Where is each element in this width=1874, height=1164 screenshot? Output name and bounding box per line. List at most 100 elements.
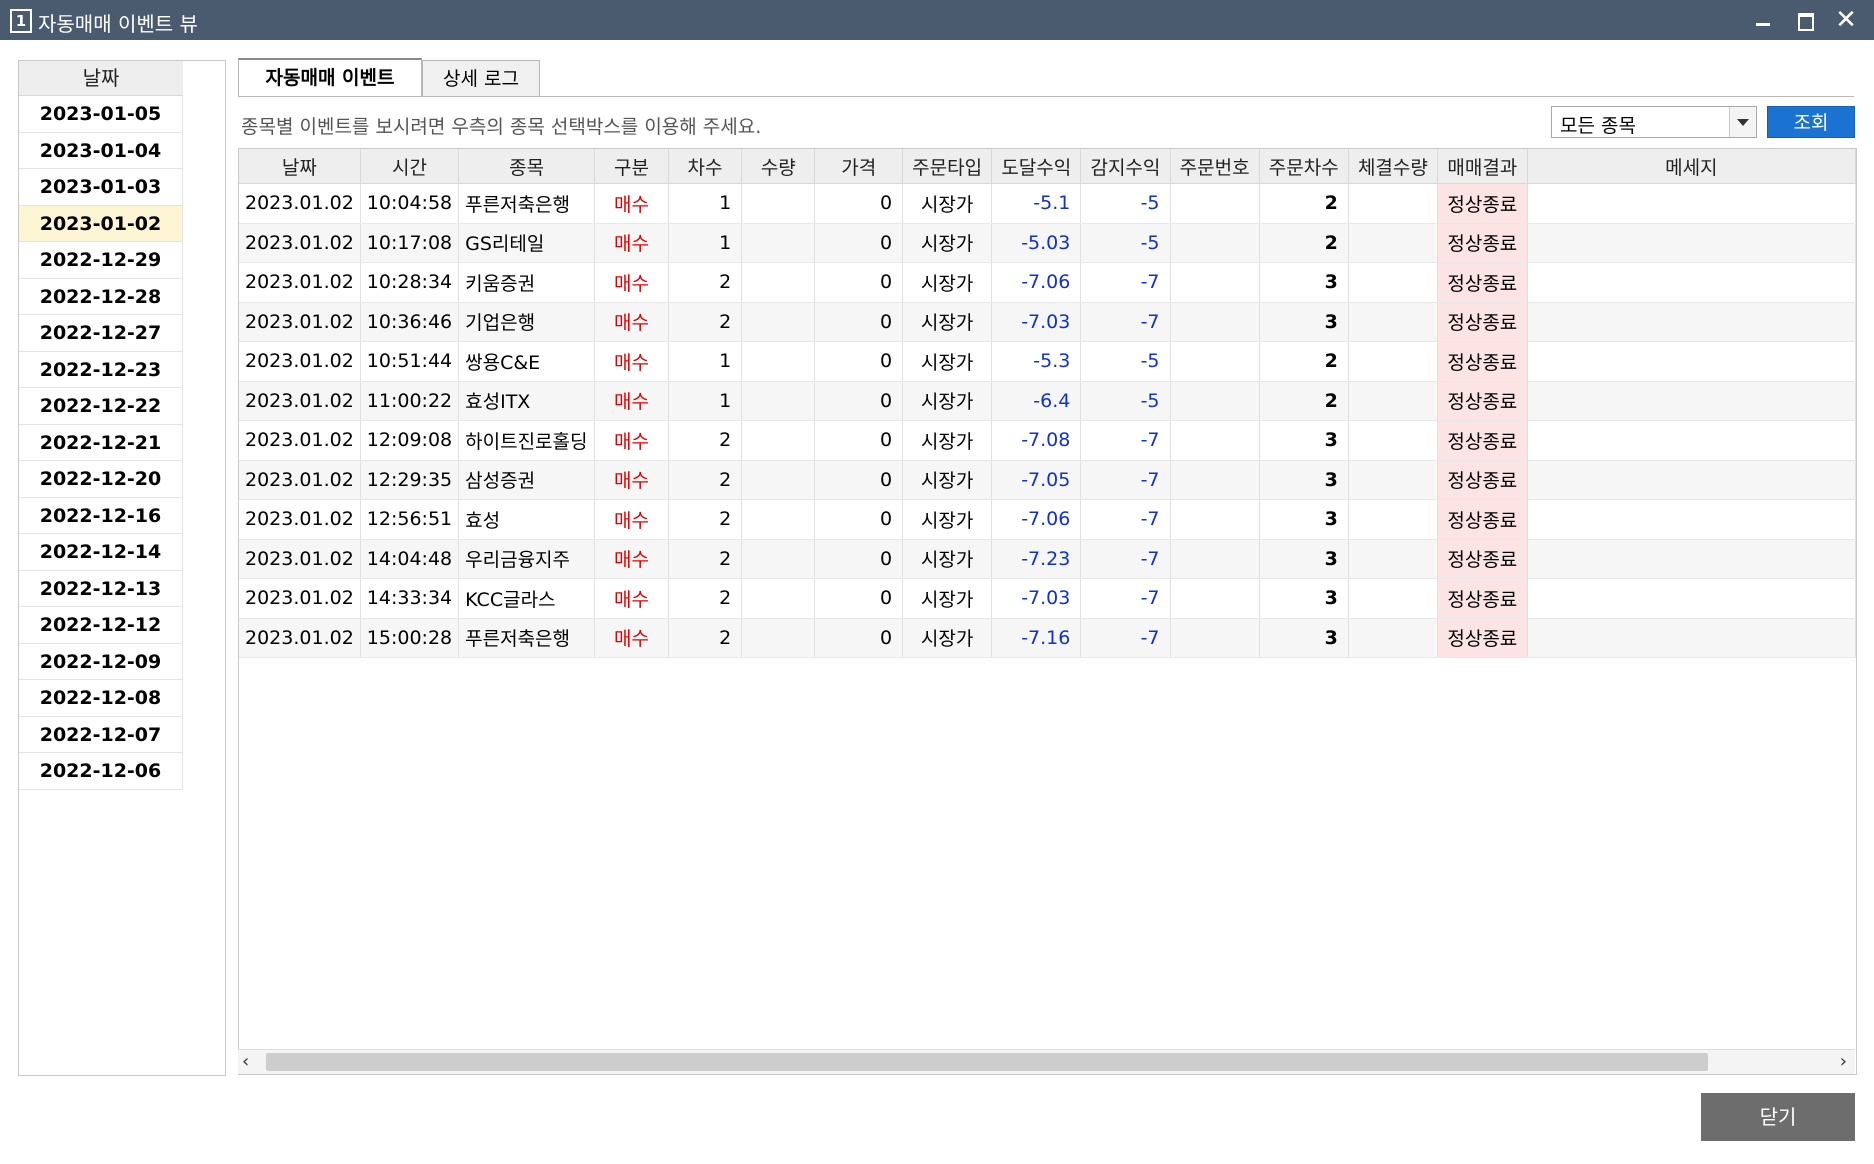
table-row[interactable]: 2023.01.02 12:56:51 효성 매수 2 0 시장가 -7.06 -7 3 정상종료 (239, 499, 1856, 540)
event-table: 날짜 시간 종목 구분 차수 수량 가격 주문타입 도달수익 감지수익 주문번호 주문차수 체결수량 매매… (239, 149, 1856, 658)
date-list-item[interactable]: 2022-12-23 (19, 351, 183, 388)
date-list-item[interactable]: 2022-12-16 (19, 497, 183, 534)
minimize-button[interactable] (1745, 4, 1781, 36)
table-cell: 3 (1259, 618, 1349, 658)
date-list-item[interactable]: 2022-12-09 (19, 643, 183, 680)
window-close-button[interactable]: ✕ (1828, 4, 1864, 36)
table-cell: 2023.01.02 (239, 341, 361, 382)
table-cell: 3 (1259, 420, 1349, 461)
table-cell (1348, 460, 1438, 500)
table-cell: 시장가 (902, 262, 993, 303)
date-list-item[interactable]: 2022-12-29 (19, 242, 183, 279)
date-list-item[interactable]: 2022-12-07 (19, 716, 183, 753)
date-list-item[interactable]: 2022-12-13 (19, 570, 183, 607)
table-cell (1170, 460, 1260, 500)
table-cell (741, 381, 816, 421)
stock-select[interactable]: 모든 종목 (1551, 106, 1757, 138)
table-row[interactable]: 2023.01.02 14:33:34 KCC글라스 매수 2 0 시장가 -7.03 -7 3 정… (239, 578, 1856, 619)
table-row[interactable]: 2023.01.02 12:29:35 삼성증권 매수 2 0 시장가 -7.05 -7 3 정상종… (239, 460, 1856, 500)
table-cell (1348, 420, 1438, 461)
table-cell: -7 (1080, 578, 1171, 619)
table-row[interactable]: 2023.01.02 10:04:58 푸른저축은행 매수 1 0 시장가 -5.1 -5 2 정상… (239, 183, 1856, 224)
date-list-item[interactable]: 2022-12-14 (19, 534, 183, 571)
scrollbar-thumb[interactable] (266, 1053, 1708, 1071)
maximize-button[interactable] (1787, 4, 1823, 36)
table-cell: 2 (668, 618, 743, 658)
date-list-item[interactable]: 2023-01-05 (19, 96, 183, 133)
date-list-item[interactable]: 2022-12-20 (19, 461, 183, 498)
date-list-item[interactable]: 2022-12-22 (19, 388, 183, 425)
date-list-item[interactable]: 2022-12-21 (19, 424, 183, 461)
column-header[interactable]: 종목 (458, 149, 596, 184)
close-button[interactable]: 닫기 (1701, 1093, 1855, 1141)
tab-detail-log[interactable]: 상세 로그 (422, 60, 540, 96)
chevron-right-icon[interactable]: › (1840, 1051, 1847, 1072)
column-header[interactable]: 구분 (594, 149, 669, 184)
column-header[interactable]: 주문차수 (1259, 149, 1349, 184)
table-cell: 시장가 (902, 302, 993, 342)
table-cell (1170, 499, 1260, 540)
table-cell (1527, 341, 1856, 382)
table-cell: 2 (668, 578, 743, 619)
table-cell: 효성ITX (458, 381, 596, 421)
table-cell (1527, 420, 1856, 461)
date-list-item[interactable]: 2022-12-27 (19, 315, 183, 352)
column-header[interactable]: 도달수익 (991, 149, 1082, 184)
table-cell: 2023.01.02 (239, 460, 361, 500)
table-cell: -5.3 (991, 341, 1082, 382)
table-cell: GS리테일 (458, 223, 596, 263)
table-cell: 2 (668, 499, 743, 540)
date-list-item[interactable]: 2022-12-08 (19, 680, 183, 717)
table-cell (741, 183, 816, 224)
date-list-item[interactable]: 2022-12-12 (19, 607, 183, 644)
table-cell: 2 (668, 262, 743, 303)
table-cell: 3 (1259, 262, 1349, 303)
table-cell: 0 (814, 460, 904, 500)
table-cell: 시장가 (902, 341, 993, 382)
table-cell: 2023.01.02 (239, 183, 361, 224)
table-cell: 2023.01.02 (239, 420, 361, 461)
table-row[interactable]: 2023.01.02 11:00:22 효성ITX 매수 1 0 시장가 -6.4 -5 2 정상종… (239, 381, 1856, 421)
table-cell: 2023.01.02 (239, 262, 361, 303)
table-row[interactable]: 2023.01.02 12:09:08 하이트진로홀딩 매수 2 0 시장가 -7.08 -7 3… (239, 420, 1856, 461)
table-cell: -5 (1080, 223, 1171, 263)
date-list-item[interactable]: 2023-01-04 (19, 132, 183, 169)
table-cell: 정상종료 (1437, 223, 1528, 263)
date-list: 2023-01-05 2023-01-04 2023-01-03 2023-01-02… (19, 96, 183, 790)
table-cell (741, 341, 816, 382)
table-cell: 시장가 (902, 618, 993, 658)
column-header[interactable]: 메세지 (1527, 149, 1856, 184)
table-cell: -7 (1080, 539, 1171, 579)
table-row[interactable]: 2023.01.02 15:00:28 푸른저축은행 매수 2 0 시장가 -7.16 -7 3 정… (239, 618, 1856, 658)
tab-auto-trade-events[interactable]: 자동매매 이벤트 (238, 58, 422, 96)
date-list-item[interactable]: 2022-12-28 (19, 278, 183, 315)
date-list-item[interactable]: 2023-01-03 (19, 169, 183, 206)
table-row[interactable]: 2023.01.02 10:28:34 키움증권 매수 2 0 시장가 -7.06 -7 3 정상종… (239, 262, 1856, 303)
table-row[interactable]: 2023.01.02 10:17:08 GS리테일 매수 1 0 시장가 -5.03 -5 2 정상… (239, 223, 1856, 263)
table-cell (1527, 460, 1856, 500)
column-header[interactable]: 차수 (668, 149, 743, 184)
table-cell (1348, 341, 1438, 382)
date-list-item[interactable]: 2023-01-02 (19, 205, 183, 242)
chevron-down-icon[interactable] (1729, 107, 1756, 137)
column-header[interactable]: 수량 (741, 149, 816, 184)
table-cell: -7 (1080, 302, 1171, 342)
column-header[interactable]: 감지수익 (1080, 149, 1171, 184)
column-header[interactable]: 체결수량 (1348, 149, 1438, 184)
column-header[interactable]: 주문번호 (1170, 149, 1260, 184)
column-header[interactable]: 날짜 (239, 149, 361, 184)
column-header[interactable]: 주문타입 (902, 149, 993, 184)
chevron-left-icon[interactable]: ‹ (242, 1051, 249, 1072)
table-row[interactable]: 2023.01.02 10:51:44 쌍용C&E 매수 1 0 시장가 -5.3 -5 2 정상종… (239, 341, 1856, 382)
column-header[interactable]: 매매결과 (1437, 149, 1528, 184)
table-row[interactable]: 2023.01.02 14:04:48 우리금융지주 매수 2 0 시장가 -7.23 -7 3 정… (239, 539, 1856, 579)
table-row[interactable]: 2023.01.02 10:36:46 기업은행 매수 2 0 시장가 -7.03 -7 3 정상종… (239, 302, 1856, 342)
date-list-item[interactable]: 2022-12-06 (19, 753, 183, 790)
table-cell: 12:29:35 (360, 460, 460, 500)
column-header[interactable]: 시간 (360, 149, 460, 184)
column-header[interactable]: 가격 (814, 149, 904, 184)
horizontal-scrollbar[interactable]: ‹ › (238, 1049, 1855, 1074)
search-button[interactable]: 조회 (1767, 106, 1855, 138)
table-cell: -5.03 (991, 223, 1082, 263)
table-cell (1348, 262, 1438, 303)
